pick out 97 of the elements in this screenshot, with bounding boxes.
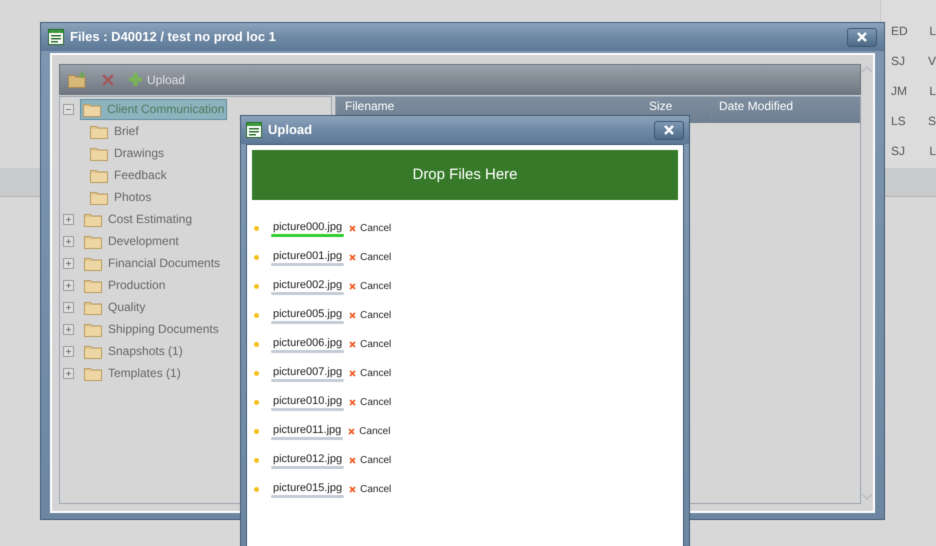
expand-toggle[interactable] (63, 302, 74, 312)
plus-icon (65, 238, 72, 244)
cancel-button[interactable]: Cancel (349, 366, 392, 381)
expand-toggle[interactable] (63, 214, 74, 224)
folder-icon (84, 212, 102, 226)
close-icon (349, 254, 356, 261)
table-cell-text: V (926, 53, 936, 70)
folder-icon (84, 278, 102, 292)
close-icon (349, 486, 356, 493)
folder-icon (84, 256, 102, 270)
folder-icon (84, 344, 102, 358)
close-icon (349, 341, 356, 348)
delete-icon[interactable] (102, 74, 114, 86)
close-icon (349, 312, 356, 319)
cancel-button[interactable]: Cancel (349, 250, 392, 265)
file-name: picture007.jpg (272, 365, 344, 379)
folder-icon (84, 300, 102, 314)
table-cell-text: SJ (890, 53, 906, 70)
expand-toggle[interactable] (63, 280, 74, 290)
plus-icon (65, 282, 72, 288)
folder-icon (90, 190, 108, 204)
file-name: picture002.jpg (272, 278, 344, 292)
cancel-button[interactable]: Cancel (349, 221, 392, 236)
cancel-button[interactable]: Cancel (349, 308, 392, 323)
tree-item[interactable]: Cost Estimating (80, 208, 196, 230)
tree-item[interactable]: Financial Documents (80, 252, 224, 274)
file-name: picture006.jpg (272, 336, 344, 350)
close-icon (349, 370, 356, 377)
table-cell-text: L (928, 83, 936, 100)
file-name: picture000.jpg (272, 220, 344, 234)
file-name: picture011.jpg (272, 423, 342, 437)
table-cell-text: LS (890, 113, 907, 130)
tree-item[interactable]: Production (80, 274, 170, 296)
file-name: picture012.jpg (272, 452, 344, 466)
drop-zone[interactable]: Drop Files Here (252, 150, 678, 200)
close-icon (349, 399, 356, 406)
expand-toggle[interactable] (63, 258, 74, 268)
close-button[interactable] (654, 120, 684, 140)
cancel-button[interactable]: Cancel (349, 337, 392, 352)
file-name: picture015.jpg (272, 481, 344, 495)
dialog-title: Upload (268, 121, 314, 140)
plus-icon (65, 326, 72, 332)
table-cell-text: SJ (890, 143, 906, 160)
close-icon (349, 283, 356, 290)
close-icon (348, 428, 356, 435)
folder-icon (84, 366, 102, 380)
table-cell-text: ED (890, 23, 909, 40)
window-icon (246, 122, 262, 138)
tree-item[interactable]: Quality (80, 296, 150, 318)
collapse-toggle[interactable] (63, 104, 74, 114)
close-icon (349, 457, 356, 464)
tree-item[interactable]: Development (80, 230, 183, 252)
cancel-button[interactable]: Cancel (348, 424, 390, 439)
cancel-button[interactable]: Cancel (349, 395, 392, 410)
tree-item[interactable]: Feedback (86, 164, 171, 186)
expand-toggle[interactable] (63, 368, 74, 378)
window-title: Files : D40012 / test no prod loc 1 (70, 28, 277, 46)
table-cell-text: L (928, 143, 936, 160)
plus-icon (65, 304, 72, 310)
plus-icon (65, 370, 72, 376)
tree-item[interactable]: Snapshots (1) (80, 340, 187, 362)
tree-item[interactable]: Shipping Documents (80, 318, 223, 340)
tree-item[interactable]: Drawings (86, 142, 168, 164)
window-icon (48, 29, 64, 45)
new-folder-icon[interactable] (68, 71, 88, 88)
file-name: picture010.jpg (272, 394, 344, 408)
folder-icon (90, 168, 108, 182)
folder-icon (90, 124, 108, 138)
tree-item[interactable]: Templates (1) (80, 362, 185, 384)
tree-item[interactable]: Photos (86, 186, 156, 208)
expand-toggle[interactable] (63, 346, 74, 356)
cancel-button[interactable]: Cancel (349, 482, 392, 497)
file-name: picture005.jpg (272, 307, 344, 321)
cancel-button[interactable]: Cancel (349, 453, 392, 468)
expand-toggle[interactable] (63, 324, 74, 334)
table-cell-text: JM (890, 83, 908, 100)
close-icon (664, 125, 674, 135)
close-icon (349, 225, 356, 232)
folder-icon (84, 234, 102, 248)
close-button[interactable] (847, 28, 877, 46)
plus-icon (65, 348, 72, 354)
plus-icon (128, 72, 143, 87)
cancel-button[interactable]: Cancel (349, 279, 392, 294)
upload-button[interactable]: Upload (128, 70, 186, 88)
close-icon (857, 32, 867, 42)
folder-icon (90, 146, 108, 160)
table-cell-text: L (928, 23, 936, 40)
tree-item[interactable]: Client Communication (80, 98, 228, 120)
folder-icon (83, 102, 101, 116)
plus-icon (65, 260, 72, 266)
column-header[interactable]: Date Modified (712, 97, 860, 123)
folder-icon (84, 322, 102, 336)
expand-toggle[interactable] (63, 236, 74, 246)
table-cell-text: S (926, 113, 936, 130)
file-name: picture001.jpg (272, 249, 344, 263)
plus-icon (65, 216, 72, 222)
tree-item[interactable]: Brief (86, 120, 143, 142)
